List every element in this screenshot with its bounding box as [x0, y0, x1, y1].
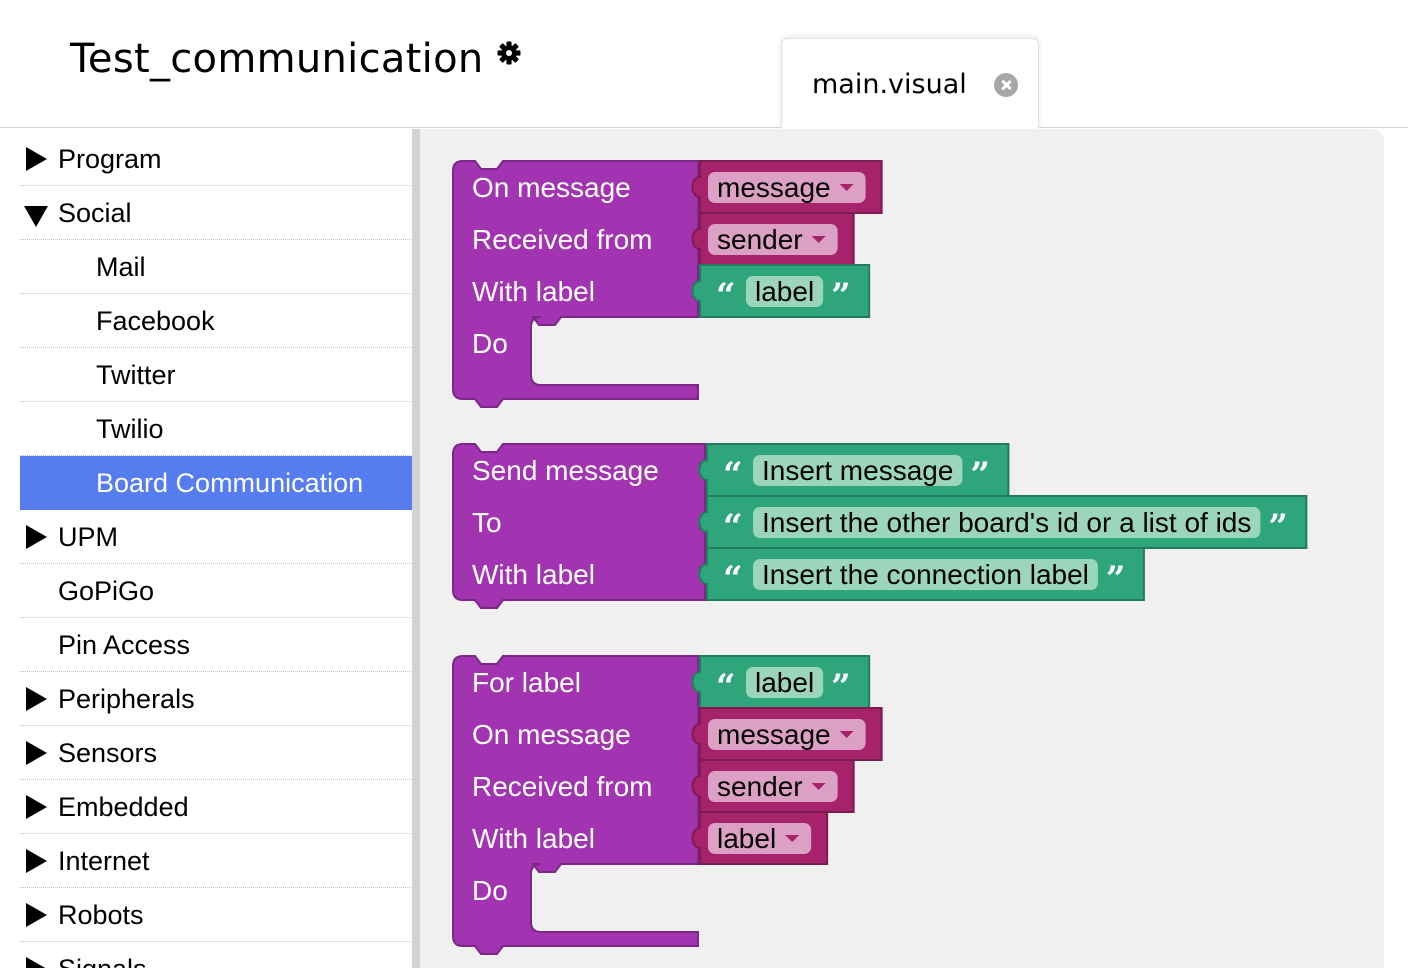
block-label: With label: [472, 823, 595, 854]
quote-open-icon: “: [723, 559, 743, 599]
variable-name: message: [717, 172, 831, 203]
block-label: For label: [472, 667, 581, 698]
block-label: With label: [472, 276, 595, 307]
text-block[interactable]: “ Insert the other board's id or a list o…: [698, 495, 1308, 549]
text-value: Insert message: [762, 455, 953, 486]
text-value: label: [755, 667, 814, 698]
block-label: Do: [472, 328, 508, 359]
block-label: Received from: [472, 771, 653, 802]
quote-close-icon: ”: [1106, 559, 1126, 599]
variable-name: message: [717, 719, 831, 750]
text-block[interactable]: “ label ”: [691, 655, 871, 709]
block-label: Do: [472, 875, 508, 906]
quote-open-icon: “: [716, 667, 736, 707]
block-label: On message: [472, 172, 631, 203]
blocks-canvas: On message message Received from sender With…: [452, 160, 1308, 955]
variable-name: sender: [717, 224, 803, 255]
text-block[interactable]: “ label ”: [691, 264, 871, 318]
quote-open-icon: “: [716, 276, 736, 316]
quote-open-icon: “: [723, 507, 743, 547]
block-label: Received from: [472, 224, 653, 255]
variable-block[interactable]: sender: [691, 759, 855, 813]
quote-close-icon: ”: [970, 455, 990, 495]
for-label-block[interactable]: For label “ label ” On message message Receive…: [452, 655, 883, 955]
quote-close-icon: ”: [831, 276, 851, 316]
variable-block[interactable]: message: [691, 707, 883, 761]
quote-close-icon: ”: [831, 667, 851, 707]
quote-open-icon: “: [723, 455, 743, 495]
on-message-block[interactable]: On message message Received from sender With…: [452, 160, 883, 408]
text-value: Insert the connection label: [762, 559, 1089, 590]
variable-block[interactable]: message: [691, 160, 883, 214]
text-block[interactable]: “ Insert the connection label ”: [698, 547, 1145, 601]
text-block[interactable]: “ Insert message ”: [698, 443, 1010, 497]
block-label: On message: [472, 719, 631, 750]
variable-block[interactable]: label: [691, 811, 829, 865]
block-label: To: [472, 507, 502, 538]
variable-name: sender: [717, 771, 803, 802]
variable-name: label: [717, 823, 776, 854]
block-body[interactable]: [452, 655, 699, 955]
quote-close-icon: ”: [1268, 507, 1288, 547]
variable-block[interactable]: sender: [691, 212, 855, 266]
block-label: Send message: [472, 455, 659, 486]
text-value: Insert the other board's id or a list of…: [762, 507, 1251, 538]
block-label: With label: [472, 559, 595, 590]
text-value: label: [755, 276, 814, 307]
send-message-block[interactable]: Send message “ Insert message ” To “ Insert th…: [452, 443, 1308, 609]
